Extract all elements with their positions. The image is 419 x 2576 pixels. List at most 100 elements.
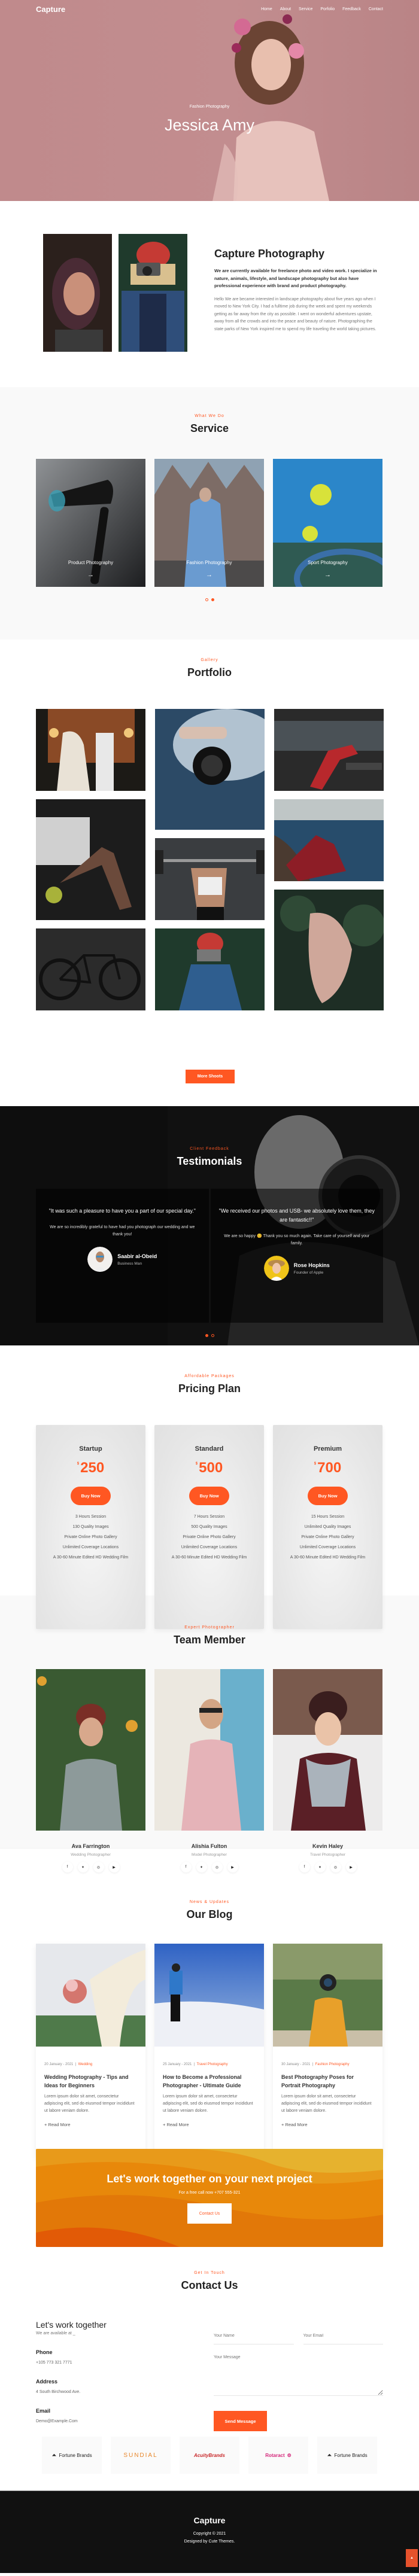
nav-contact[interactable]: Contact — [369, 7, 383, 11]
testimonial-role: Founder of Apple — [293, 1270, 324, 1275]
post-title[interactable]: How to Become a Professional Photographe… — [163, 2073, 256, 2090]
read-more-link[interactable]: + Read More — [281, 2122, 374, 2127]
email-label: Email — [36, 2408, 51, 2414]
message-field[interactable] — [214, 2355, 383, 2396]
nav-feedback[interactable]: Feedback — [342, 7, 361, 11]
buy-now-button[interactable]: Buy Now — [308, 1487, 348, 1505]
carousel-dot-1[interactable] — [205, 1334, 208, 1337]
twitter-icon[interactable]: ✦ — [77, 1862, 89, 1872]
email-field[interactable] — [303, 2328, 383, 2344]
currency-symbol: $ — [314, 1462, 317, 1466]
read-more-link[interactable]: + Read More — [44, 2122, 137, 2127]
brand-logo-sundial: SUNDIAL — [111, 2437, 171, 2474]
blog-post-image[interactable] — [273, 1944, 382, 2047]
buy-now-button[interactable]: Buy Now — [71, 1487, 111, 1505]
post-category[interactable]: Travel Photography — [197, 2063, 228, 2066]
brand-logo-rotaract: Rotaract ⚙ — [248, 2437, 308, 2474]
read-more-link[interactable]: + Read More — [163, 2122, 256, 2127]
team-member-photo — [36, 1669, 145, 1831]
post-date: 20 January - 2021 — [44, 2063, 74, 2066]
service-card-sport[interactable]: Sport Photography → — [273, 459, 382, 587]
about-section: Capture Photography We are currently ava… — [0, 201, 419, 387]
instagram-icon[interactable]: ◎ — [211, 1862, 223, 1872]
contact-info: Let's work together We are available at … — [36, 2320, 186, 2423]
nav-portfolio[interactable]: Porfolio — [320, 7, 335, 11]
blog-post-image[interactable] — [154, 1944, 264, 2047]
buy-now-button[interactable]: Buy Now — [189, 1487, 229, 1505]
phone-label: Phone — [36, 2349, 53, 2355]
product-photo-image — [36, 459, 145, 587]
name-field[interactable] — [214, 2328, 294, 2344]
plan-name: Premium — [313, 1445, 342, 1453]
portfolio-image-camera-smoke[interactable] — [155, 709, 265, 830]
service-card-label: Sport Photography — [308, 560, 348, 565]
nav-service[interactable]: Service — [299, 7, 312, 11]
footer-logo[interactable]: Capture — [0, 2516, 419, 2525]
top-nav: Capture Home About Service Porfolio Feed… — [36, 5, 383, 14]
post-category[interactable]: Wedding — [78, 2063, 93, 2066]
about-body: Hello We are became interested in landsc… — [214, 297, 377, 331]
plan-price: $250 — [36, 1460, 145, 1476]
email-value: Demo@Example.Com — [36, 2419, 78, 2423]
nav-about[interactable]: About — [280, 7, 291, 11]
portfolio-image-bicycle[interactable] — [36, 928, 145, 1010]
feature: Unlimited Coverage Locations — [181, 1545, 238, 1549]
portfolio-image-barbell[interactable] — [155, 838, 265, 920]
brand-logo[interactable]: Capture — [36, 5, 65, 14]
plan-features: 15 Hours Session Unlimited Quality Image… — [273, 1512, 382, 1563]
send-message-button[interactable]: Send Message — [214, 2411, 267, 2431]
brand-name: Rotaract — [265, 2452, 285, 2458]
team-member-card: Kevin Haley Travel Photographer f ✦ ◎ ▶ — [273, 1669, 382, 1872]
carousel-dot-2[interactable] — [211, 598, 214, 601]
instagram-icon[interactable]: ◎ — [93, 1862, 104, 1872]
facebook-icon[interactable]: f — [62, 1862, 73, 1872]
blog-post-card: 20 January - 2021 | Wedding Wedding Phot… — [36, 1944, 145, 2158]
plan-price: $700 — [273, 1460, 382, 1476]
instagram-icon[interactable]: ◎ — [330, 1862, 341, 1872]
portfolio-image-gym-bench[interactable] — [274, 709, 384, 791]
brand-name: Fortune Brands — [59, 2452, 92, 2458]
back-to-top-button[interactable]: ▲ — [406, 2549, 418, 2567]
twitter-icon[interactable]: ✦ — [314, 1862, 326, 1872]
feature: A 30-60 Minute Edited HD Wedding Film — [290, 1555, 366, 1560]
price-value: 500 — [199, 1460, 223, 1476]
service-card-label: Fashion Photography — [186, 560, 232, 565]
youtube-icon[interactable]: ▶ — [227, 1862, 238, 1872]
carousel-dot-2[interactable] — [211, 1334, 214, 1337]
hero-subtitle: Fashion Photography — [189, 105, 230, 109]
team-member-card: Alishia Fulton Model Photographer f ✦ ◎ … — [154, 1669, 264, 1872]
pricing-title: Pricing Plan — [178, 1383, 241, 1394]
portfolio-image-hands-leaves[interactable] — [274, 890, 384, 1010]
post-title[interactable]: Wedding Photography - Tips and Ideas for… — [44, 2073, 137, 2090]
facebook-icon[interactable]: f — [180, 1862, 192, 1872]
blog-title: Our Blog — [186, 1908, 233, 1920]
arrow-right-icon[interactable]: → — [36, 571, 145, 578]
arrow-right-icon[interactable]: → — [154, 571, 264, 578]
nav-home[interactable]: Home — [261, 7, 272, 11]
fortune-brands-icon: ⏶ — [51, 2452, 57, 2459]
carousel-dot-1[interactable] — [205, 598, 208, 601]
portfolio-image-gym-floor[interactable] — [36, 799, 145, 920]
blog-post-image[interactable] — [36, 1944, 145, 2047]
service-title: Service — [190, 422, 229, 434]
brand-logo-acuity: AcuityBrands — [180, 2437, 239, 2474]
post-category[interactable]: Fashion Photography — [315, 2063, 350, 2066]
more-shoots-button[interactable]: More Shoots — [186, 1070, 235, 1083]
contact-us-button[interactable]: Contact Us — [187, 2203, 232, 2224]
post-title[interactable]: Best Photography Poses for Portrait Phot… — [281, 2073, 374, 2090]
portfolio-image-red-dress[interactable] — [274, 799, 384, 881]
team-member-photo — [154, 1669, 264, 1831]
twitter-icon[interactable]: ✦ — [196, 1862, 207, 1872]
service-card-label: Product Photography — [68, 560, 114, 565]
youtube-icon[interactable]: ▶ — [108, 1862, 120, 1872]
testimonials-section: Client Feedback Testimonials "It was suc… — [0, 1106, 419, 1345]
service-card-product[interactable]: Product Photography → — [36, 459, 145, 587]
facebook-icon[interactable]: f — [299, 1862, 310, 1872]
portfolio-image-wedding[interactable] — [36, 709, 145, 791]
service-card-fashion[interactable]: Fashion Photography → — [154, 459, 264, 587]
youtube-icon[interactable]: ▶ — [345, 1862, 357, 1872]
contact-availability: We are available at _ — [36, 2331, 75, 2336]
arrow-right-icon[interactable]: → — [273, 571, 382, 578]
portfolio-image-red-beanie[interactable] — [155, 928, 265, 1010]
plan-features: 3 Hours Session 130 Quality Images Priva… — [36, 1512, 145, 1563]
